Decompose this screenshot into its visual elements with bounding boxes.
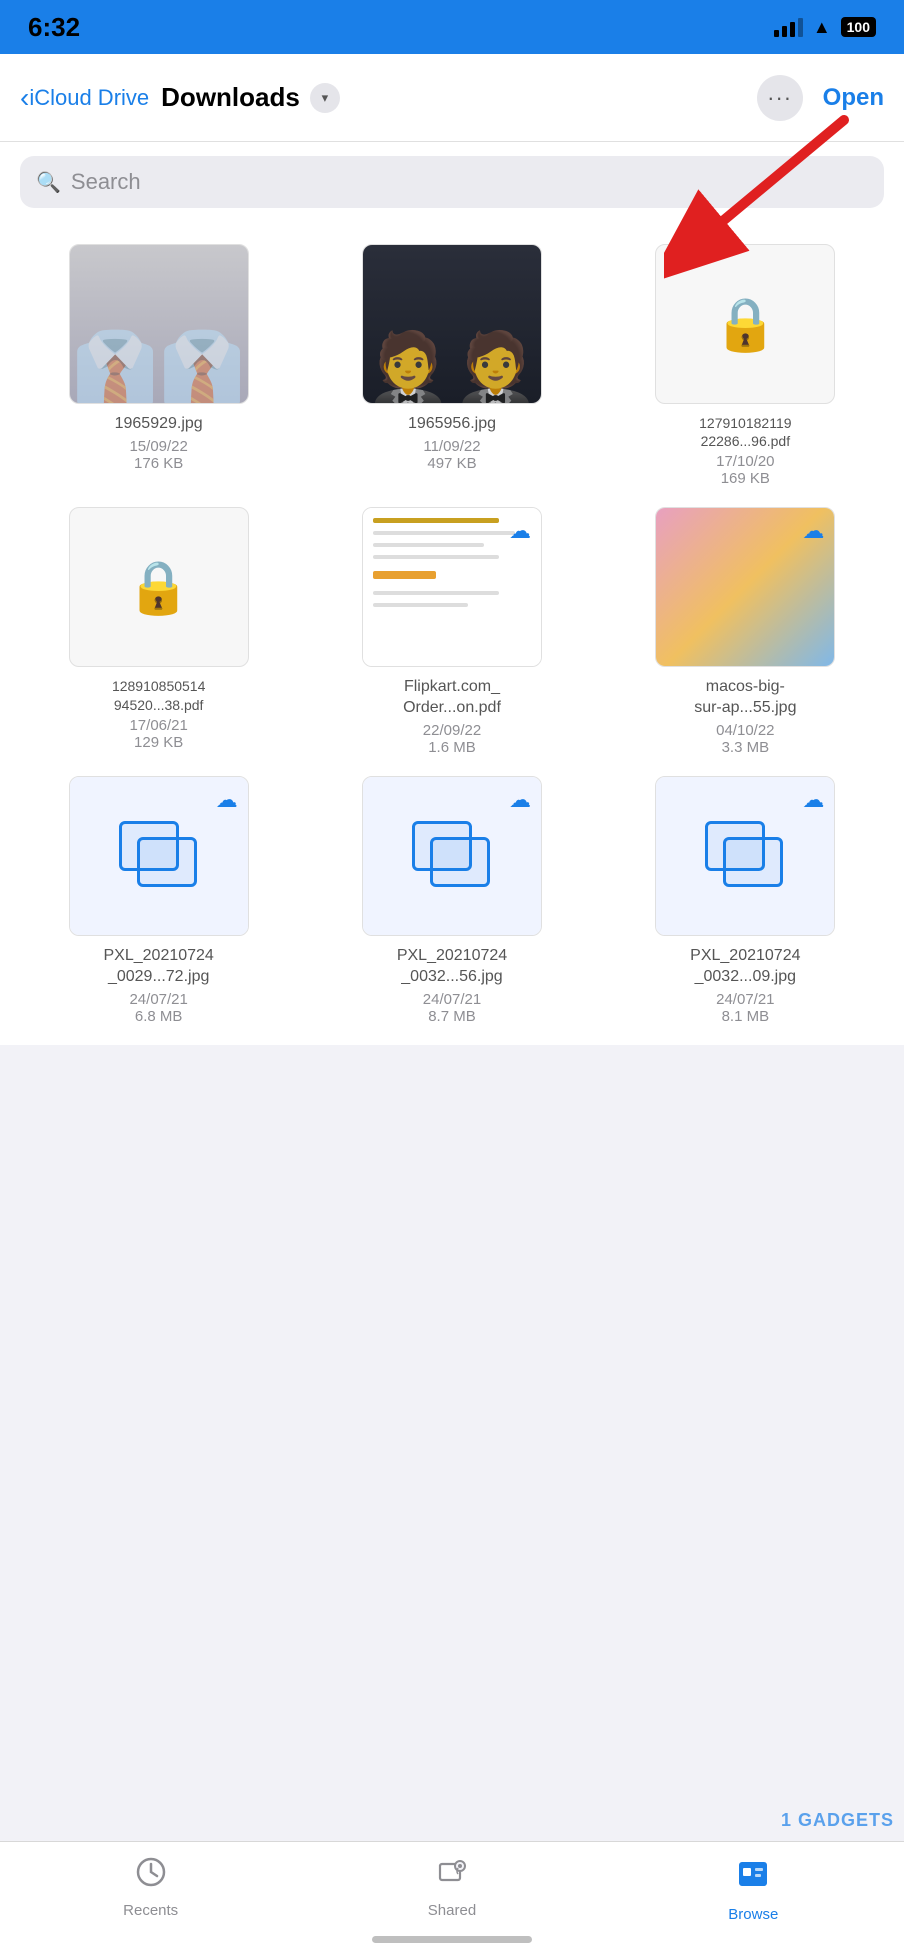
file-grid-container: 👔👔 1965929.jpg 15/09/22 176 KB 🤵🤵 196595… bbox=[0, 224, 904, 1045]
search-input[interactable]: Search bbox=[71, 169, 141, 195]
cloud-upload-icon: ☁ bbox=[509, 787, 531, 813]
list-item[interactable]: 🔒 12791018211922286...96.pdf 17/10/20 16… bbox=[607, 244, 884, 487]
file-thumbnail: ☁ bbox=[362, 507, 542, 667]
recents-icon bbox=[135, 1856, 167, 1896]
watermark-label: 1 GADGETS bbox=[781, 1810, 894, 1831]
file-name: PXL_20210724_0032...09.jpg bbox=[690, 946, 800, 988]
file-thumbnail: ☁ bbox=[655, 507, 835, 667]
more-options-button[interactable]: ··· bbox=[757, 75, 803, 121]
wifi-icon: ▲ bbox=[813, 17, 831, 38]
file-name: PXL_20210724_0032...56.jpg bbox=[397, 946, 507, 988]
back-button[interactable]: ‹ iCloud Drive bbox=[20, 82, 149, 114]
tab-browse-label: Browse bbox=[728, 1906, 778, 1923]
file-grid: 👔👔 1965929.jpg 15/09/22 176 KB 🤵🤵 196595… bbox=[20, 244, 884, 1025]
file-size: 1.6 MB bbox=[428, 739, 476, 756]
file-date: 15/09/22 bbox=[129, 438, 187, 455]
list-item[interactable]: 🤵🤵 1965956.jpg 11/09/22 497 KB bbox=[313, 244, 590, 487]
back-label: iCloud Drive bbox=[29, 85, 149, 111]
file-thumbnail: 🤵🤵 bbox=[362, 244, 542, 404]
search-icon: 🔍 bbox=[36, 170, 61, 195]
lock-icon: 🔒 bbox=[126, 557, 191, 618]
open-button[interactable]: Open bbox=[823, 84, 884, 112]
list-item[interactable]: ☁ PXL_20210724_0032...56.jpg 24/07/21 8.… bbox=[313, 776, 590, 1025]
tab-recents-label: Recents bbox=[123, 1902, 178, 1919]
file-thumbnail: ☁ bbox=[362, 776, 542, 936]
file-thumbnail: ☁ bbox=[69, 776, 249, 936]
list-item[interactable]: 👔👔 1965929.jpg 15/09/22 176 KB bbox=[20, 244, 297, 487]
file-size: 8.7 MB bbox=[428, 1008, 476, 1025]
file-date: 24/07/21 bbox=[129, 991, 187, 1008]
list-item[interactable]: ☁ Flipkart.com_Order...on.pdf 22/09/22 1… bbox=[313, 507, 590, 756]
file-thumbnail: 🔒 bbox=[655, 244, 835, 404]
shared-icon bbox=[436, 1856, 468, 1896]
page-title: Downloads bbox=[161, 82, 300, 113]
file-date: 22/09/22 bbox=[423, 722, 481, 739]
lock-icon: 🔒 bbox=[713, 294, 778, 355]
list-item[interactable]: ☁ PXL_20210724_0029...72.jpg 24/07/21 6.… bbox=[20, 776, 297, 1025]
file-size: 176 KB bbox=[134, 455, 183, 472]
file-size: 497 KB bbox=[427, 455, 476, 472]
home-indicator bbox=[372, 1936, 532, 1943]
nav-bar: ‹ iCloud Drive Downloads ▾ ··· Open bbox=[0, 54, 904, 142]
battery-icon: 100 bbox=[841, 17, 876, 37]
cloud-upload-icon: ☁ bbox=[802, 518, 824, 544]
signal-icon bbox=[774, 17, 803, 37]
cloud-upload-icon: ☁ bbox=[509, 518, 531, 544]
tab-shared-label: Shared bbox=[428, 1902, 476, 1919]
file-size: 129 KB bbox=[134, 734, 183, 751]
file-name: PXL_20210724_0029...72.jpg bbox=[104, 946, 214, 988]
status-icons: ▲ 100 bbox=[774, 17, 876, 38]
tab-shared[interactable]: Shared bbox=[301, 1856, 602, 1919]
tab-bar: Recents Shared Browse bbox=[0, 1841, 904, 1951]
file-date: 17/06/21 bbox=[129, 717, 187, 734]
file-size: 3.3 MB bbox=[722, 739, 770, 756]
file-size: 169 KB bbox=[721, 470, 770, 487]
list-item[interactable]: 🔒 12891085051494520...38.pdf 17/06/21 12… bbox=[20, 507, 297, 756]
file-name: 12891085051494520...38.pdf bbox=[112, 677, 205, 713]
search-bar[interactable]: 🔍 Search bbox=[20, 156, 884, 208]
file-size: 8.1 MB bbox=[722, 1008, 770, 1025]
dropdown-button[interactable]: ▾ bbox=[310, 83, 340, 113]
file-name: Flipkart.com_Order...on.pdf bbox=[403, 677, 501, 719]
file-size: 6.8 MB bbox=[135, 1008, 183, 1025]
file-name: 1965929.jpg bbox=[115, 414, 203, 435]
file-name: 12791018211922286...96.pdf bbox=[699, 414, 791, 450]
search-container: 🔍 Search bbox=[0, 142, 904, 224]
cloud-upload-icon: ☁ bbox=[802, 787, 824, 813]
cloud-upload-icon: ☁ bbox=[216, 787, 238, 813]
file-date: 17/10/20 bbox=[716, 453, 774, 470]
file-date: 11/09/22 bbox=[423, 438, 480, 455]
status-time: 6:32 bbox=[28, 12, 80, 43]
tab-recents[interactable]: Recents bbox=[0, 1856, 301, 1919]
list-item[interactable]: ☁ PXL_20210724_0032...09.jpg 24/07/21 8.… bbox=[607, 776, 884, 1025]
file-name: macos-big-sur-ap...55.jpg bbox=[694, 677, 796, 719]
file-name: 1965956.jpg bbox=[408, 414, 496, 435]
browse-icon bbox=[735, 1856, 771, 1900]
list-item[interactable]: ☁ macos-big-sur-ap...55.jpg 04/10/22 3.3… bbox=[607, 507, 884, 756]
file-thumbnail: 👔👔 bbox=[69, 244, 249, 404]
file-date: 24/07/21 bbox=[716, 991, 774, 1008]
status-bar: 6:32 ▲ 100 bbox=[0, 0, 904, 54]
tab-browse[interactable]: Browse bbox=[603, 1856, 904, 1923]
file-thumbnail: 🔒 bbox=[69, 507, 249, 667]
file-date: 24/07/21 bbox=[423, 991, 481, 1008]
file-date: 04/10/22 bbox=[716, 722, 774, 739]
file-thumbnail: ☁ bbox=[655, 776, 835, 936]
